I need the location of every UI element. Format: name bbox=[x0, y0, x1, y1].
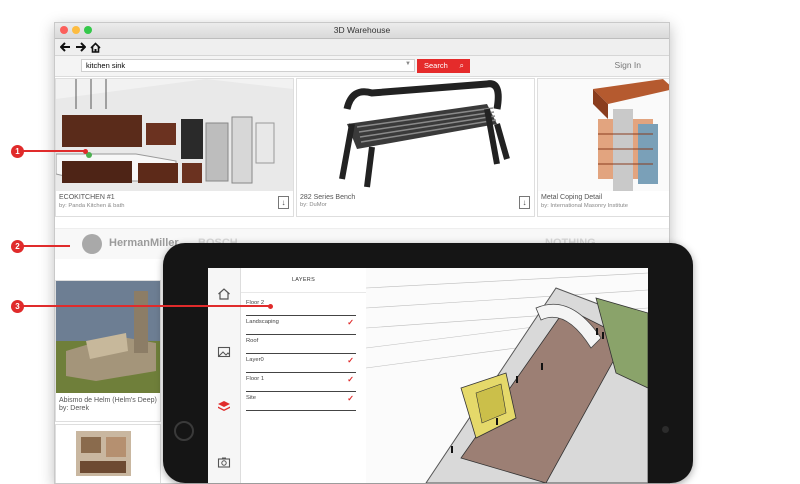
herman-miller-logo-icon[interactable] bbox=[82, 234, 102, 254]
model-caption: 282 Series Bench bbox=[300, 194, 355, 202]
interior-render bbox=[56, 425, 160, 483]
model-card-interior[interactable] bbox=[55, 424, 161, 483]
image-icon[interactable] bbox=[217, 345, 231, 359]
back-arrow-icon[interactable] bbox=[59, 41, 71, 53]
layer-name: Landscaping bbox=[246, 319, 279, 325]
model-card-helms-deep[interactable]: Abismo de Helm (Helm's Deep) by: Derek bbox=[55, 280, 161, 422]
helms-deep-render bbox=[56, 281, 160, 393]
model-title: Abismo de Helm (Helm's Deep) bbox=[59, 397, 157, 404]
model-results-row: ECOKITCHEN #1 by: Panda Kitchen & bath ↓… bbox=[55, 78, 669, 218]
panel-title: LAYERS bbox=[241, 268, 366, 293]
forward-arrow-icon[interactable] bbox=[74, 41, 86, 53]
layers-icon[interactable] bbox=[217, 399, 231, 413]
checkmark-icon[interactable]: ✓ bbox=[347, 374, 354, 386]
layer-row[interactable]: Landscaping ✓ bbox=[246, 316, 356, 335]
kitchen-render bbox=[56, 79, 293, 191]
layer-name: Floor 1 bbox=[246, 376, 265, 382]
checkmark-icon[interactable]: ✓ bbox=[347, 393, 354, 405]
model-title: Metal Coping Detail bbox=[541, 194, 603, 201]
callout-2-line bbox=[22, 245, 70, 247]
home-button[interactable] bbox=[174, 421, 194, 441]
layer-row[interactable]: Site ✓ bbox=[246, 392, 356, 411]
window-title: 3D Warehouse bbox=[333, 25, 391, 35]
model-author: by: Derek bbox=[59, 405, 89, 412]
nav-toolbar bbox=[55, 39, 669, 56]
sign-in-link[interactable]: Sign In bbox=[615, 60, 641, 70]
search-input[interactable] bbox=[81, 59, 415, 72]
callout-1-line bbox=[22, 150, 85, 152]
tablet-device: LAYERS Floor 2 Landscaping ✓ Roof Layer0 ✓… bbox=[163, 243, 693, 483]
building-3d-viewport[interactable] bbox=[366, 268, 648, 483]
model-author: by: Panda Kitchen & bath bbox=[59, 203, 125, 209]
app-sidebar bbox=[208, 268, 241, 483]
layer-row[interactable]: Floor 1 ✓ bbox=[246, 373, 356, 392]
model-caption: Abismo de Helm (Helm's Deep) by: Derek bbox=[59, 397, 160, 413]
callout-3-dot bbox=[268, 304, 273, 309]
tablet-screen: LAYERS Floor 2 Landscaping ✓ Roof Layer0 ✓… bbox=[208, 268, 648, 483]
dropdown-caret-icon[interactable]: ▼ bbox=[405, 61, 411, 67]
callout-1-dot bbox=[83, 149, 88, 154]
layers-panel: LAYERS Floor 2 Landscaping ✓ Roof Layer0 ✓… bbox=[241, 268, 367, 483]
home-icon[interactable] bbox=[89, 41, 101, 53]
coping-render bbox=[538, 79, 669, 191]
search-button[interactable]: Search ⌕ bbox=[417, 59, 470, 73]
model-card-coping[interactable]: Metal Coping Detail by: International Ma… bbox=[537, 78, 669, 217]
camera-dot bbox=[662, 426, 669, 433]
download-icon[interactable]: ↓ bbox=[519, 196, 530, 209]
search-button-label: Search bbox=[424, 61, 448, 70]
model-card-bench[interactable]: 282 Series Bench by: DuMor ↓ bbox=[296, 78, 535, 217]
minimize-window-button[interactable] bbox=[72, 26, 80, 34]
model-author: by: DuMor bbox=[300, 202, 327, 208]
model-card-ecokitchen[interactable]: ECOKITCHEN #1 by: Panda Kitchen & bath ↓ bbox=[55, 78, 294, 217]
checkmark-icon[interactable]: ✓ bbox=[347, 317, 354, 329]
layer-row[interactable]: Roof bbox=[246, 335, 356, 354]
zoom-window-button[interactable] bbox=[84, 26, 92, 34]
callout-3-line bbox=[22, 305, 270, 307]
magnifier-icon: ⌕ bbox=[459, 61, 464, 70]
layer-name: Site bbox=[246, 395, 256, 401]
bench-render bbox=[297, 79, 534, 191]
model-caption: Metal Coping Detail by: International Ma… bbox=[541, 194, 628, 210]
camera-icon[interactable] bbox=[217, 455, 231, 469]
checkmark-icon[interactable]: ✓ bbox=[347, 355, 354, 367]
layer-name: Roof bbox=[246, 338, 259, 344]
home-icon[interactable] bbox=[217, 287, 231, 301]
layer-row[interactable]: Layer0 ✓ bbox=[246, 354, 356, 373]
model-title: ECOKITCHEN #1 bbox=[59, 194, 115, 201]
layer-name: Layer0 bbox=[246, 357, 264, 363]
model-author: by: International Masonry Institute bbox=[541, 203, 628, 209]
search-bar: ▼ Search ⌕ Sign In bbox=[55, 56, 669, 77]
model-caption: ECOKITCHEN #1 by: Panda Kitchen & bath bbox=[59, 194, 124, 210]
brand-herman-miller[interactable]: HermanMiller bbox=[109, 237, 179, 249]
close-window-button[interactable] bbox=[60, 26, 68, 34]
title-bar: 3D Warehouse bbox=[55, 23, 669, 39]
download-icon[interactable]: ↓ bbox=[278, 196, 289, 209]
model-title: 282 Series Bench bbox=[300, 194, 356, 201]
